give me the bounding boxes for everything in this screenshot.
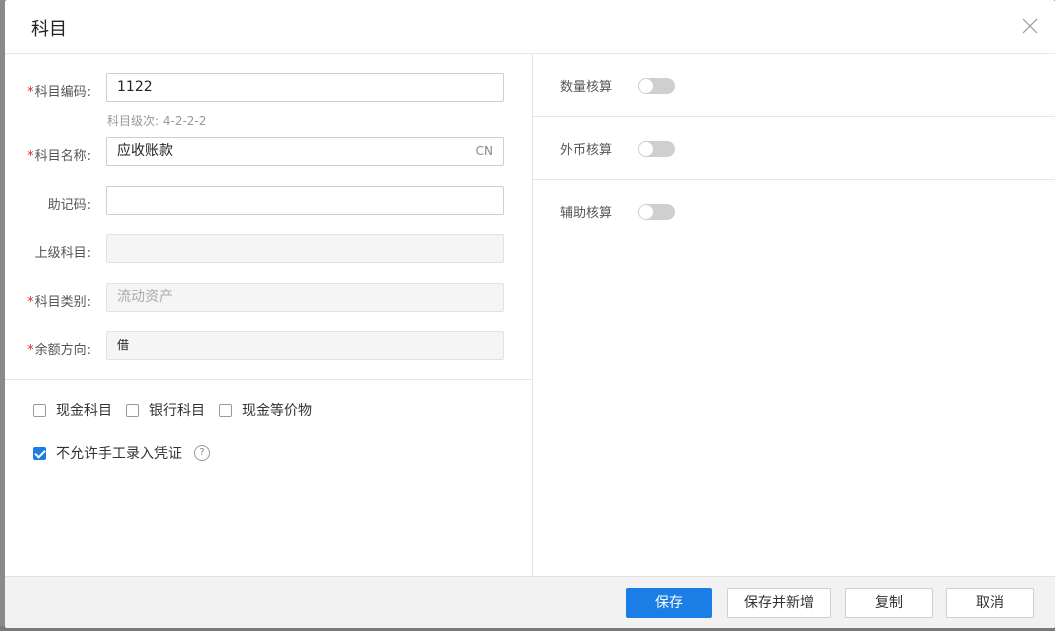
language-suffix[interactable]: CN	[476, 138, 493, 165]
manual-entry-checkbox[interactable]	[33, 446, 46, 460]
account-category-row: *科目类别: 流动资产	[5, 283, 532, 315]
quantity-accounting-label: 数量核算	[560, 80, 613, 95]
account-code-input[interactable]: 1122	[106, 73, 504, 102]
required-mark: *	[27, 149, 34, 164]
bank-account-checkbox[interactable]: 银行科目	[126, 400, 205, 420]
balance-direction-label: *余额方向:	[5, 339, 91, 358]
balance-direction-select[interactable]: 借	[106, 331, 504, 360]
bank-account-label: 银行科目	[149, 403, 205, 419]
mnemonic-input[interactable]	[106, 186, 504, 215]
account-code-label: *科目编码:	[5, 81, 91, 100]
dialog-footer: 保存 保存并新增 复制 取消	[5, 576, 1055, 628]
accounting-options-panel: 数量核算 外币核算 辅助核算	[533, 54, 1055, 576]
account-code-label-text: 科目编码:	[34, 85, 91, 100]
close-icon[interactable]	[1019, 15, 1041, 37]
cash-account-checkbox[interactable]: 现金科目	[33, 400, 112, 420]
foreign-currency-toggle[interactable]	[638, 141, 675, 157]
required-mark: *	[27, 295, 34, 310]
checkbox-box[interactable]	[126, 403, 139, 417]
cash-equivalent-label: 现金等价物	[242, 403, 312, 419]
parent-account-label: 上级科目:	[34, 246, 91, 261]
required-mark: *	[27, 85, 34, 100]
account-name-label-text: 科目名称:	[34, 149, 91, 164]
mnemonic-label: 助记码:	[47, 198, 91, 213]
form-divider	[5, 379, 532, 380]
parent-account-input	[106, 234, 504, 263]
dialog-title: 科目	[31, 19, 67, 40]
mnemonic-row: 助记码:	[5, 186, 532, 218]
foreign-currency-label: 外币核算	[560, 143, 613, 158]
parent-account-row: 上级科目:	[5, 234, 532, 266]
cancel-button[interactable]: 取消	[946, 588, 1034, 618]
form-panel: *科目编码: 1122 科目级次: 4-2-2-2 *科目名称: 应收账款 CN…	[5, 54, 533, 576]
account-dialog: 科目 *科目编码: 1122 科目级次: 4-2-2-2 *科目名称: 应收账款…	[5, 0, 1055, 628]
auxiliary-accounting-toggle[interactable]	[638, 204, 675, 220]
account-name-row: *科目名称: 应收账款 CN	[5, 137, 532, 169]
save-button[interactable]: 保存	[626, 588, 712, 618]
balance-direction-row: *余额方向: 借	[5, 331, 532, 363]
manual-entry-row: 不允许手工录入凭证 ?	[33, 443, 210, 463]
manual-entry-label: 不允许手工录入凭证	[56, 446, 182, 462]
auxiliary-accounting-row: 辅助核算	[533, 180, 1055, 242]
dialog-header: 科目	[5, 0, 1055, 54]
checkbox-box[interactable]	[219, 403, 232, 417]
copy-button[interactable]: 复制	[845, 588, 933, 618]
question-circle-icon[interactable]: ?	[194, 445, 210, 461]
required-mark: *	[27, 343, 34, 358]
cash-account-label: 现金科目	[56, 403, 112, 419]
account-category-label-text: 科目类别:	[34, 295, 91, 310]
balance-direction-label-text: 余额方向:	[34, 343, 91, 358]
account-category-label: *科目类别:	[5, 291, 91, 310]
account-name-value: 应收账款	[117, 143, 173, 159]
account-name-label: *科目名称:	[5, 145, 91, 164]
checkbox-box[interactable]	[33, 403, 46, 417]
account-type-checkboxes: 现金科目 银行科目 现金等价物	[33, 400, 326, 420]
account-category-input: 流动资产	[106, 283, 504, 312]
account-name-input[interactable]: 应收账款 CN	[106, 137, 504, 166]
foreign-currency-row: 外币核算	[533, 117, 1055, 180]
auxiliary-accounting-label: 辅助核算	[560, 206, 613, 221]
save-and-new-button[interactable]: 保存并新增	[727, 588, 831, 618]
account-category-value: 流动资产	[117, 289, 173, 305]
quantity-accounting-toggle[interactable]	[638, 78, 675, 94]
quantity-accounting-row: 数量核算	[533, 54, 1055, 117]
account-level-hint: 科目级次: 4-2-2-2	[107, 114, 207, 128]
account-code-row: *科目编码: 1122	[5, 73, 532, 105]
cash-equivalent-checkbox[interactable]: 现金等价物	[219, 400, 312, 420]
